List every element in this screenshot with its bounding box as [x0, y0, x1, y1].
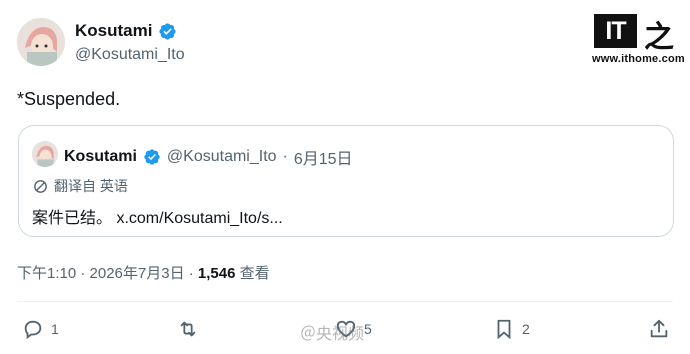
quoted-author-handle: @Kosutami_Ito — [166, 148, 277, 165]
translate-indicator[interactable]: 翻译自 英语 — [32, 176, 128, 196]
tweet-metadata: 下午1:10 · 2026年7月3日 · 1,546 查看 — [17, 262, 270, 283]
quoted-author-avatar — [32, 141, 58, 167]
views-label: 查看 — [235, 265, 270, 282]
views-count: 1,546 — [197, 265, 236, 282]
retweet-button[interactable] — [177, 318, 206, 340]
site-url: www.ithome.com — [592, 53, 685, 65]
share-icon — [650, 319, 668, 338]
tweet-text: *Suspended. — [17, 89, 121, 109]
bookmark-count: 2 — [522, 321, 530, 337]
logo-character: 之 — [644, 21, 674, 54]
share-button[interactable] — [648, 318, 670, 340]
reply-icon — [24, 320, 42, 340]
site-logo: IT — [594, 14, 637, 48]
avatar-image — [17, 18, 65, 66]
avatar-image — [32, 141, 58, 167]
tweet-timestamp[interactable]: 下午1:10 · 2026年7月3日 · — [17, 265, 198, 282]
watermark: ＠央视频 — [300, 320, 364, 344]
author-avatar[interactable] — [17, 18, 65, 66]
reply-count: 1 — [51, 321, 59, 337]
retweet-icon — [180, 321, 196, 337]
verified-badge-icon — [144, 149, 160, 165]
author-handle[interactable]: @Kosutami_Ito — [75, 46, 185, 64]
translate-label: 翻译自 英语 — [54, 178, 128, 194]
bookmark-button[interactable]: 2 — [493, 318, 530, 340]
like-count: 5 — [364, 321, 372, 337]
quoted-tweet-text: 案件已结。 x.com/Kosutami_Ito/s... — [32, 210, 283, 227]
quoted-date: 6月15日 — [293, 151, 353, 168]
watermark-text: ＠央视频 — [300, 326, 365, 343]
logo-mark: IT — [594, 14, 637, 48]
quoted-author-name: Kosutami — [64, 148, 137, 165]
bookmark-icon — [497, 319, 511, 340]
quoted-tweet-card[interactable]: Kosutami @Kosutami_Ito · 6月15日 翻译自 英语 案件… — [18, 125, 674, 237]
translate-icon — [34, 179, 47, 193]
divider — [17, 301, 673, 302]
author-name[interactable]: Kosutami — [75, 21, 152, 41]
reply-button[interactable]: 1 — [22, 318, 59, 340]
verified-badge-icon — [159, 22, 177, 40]
